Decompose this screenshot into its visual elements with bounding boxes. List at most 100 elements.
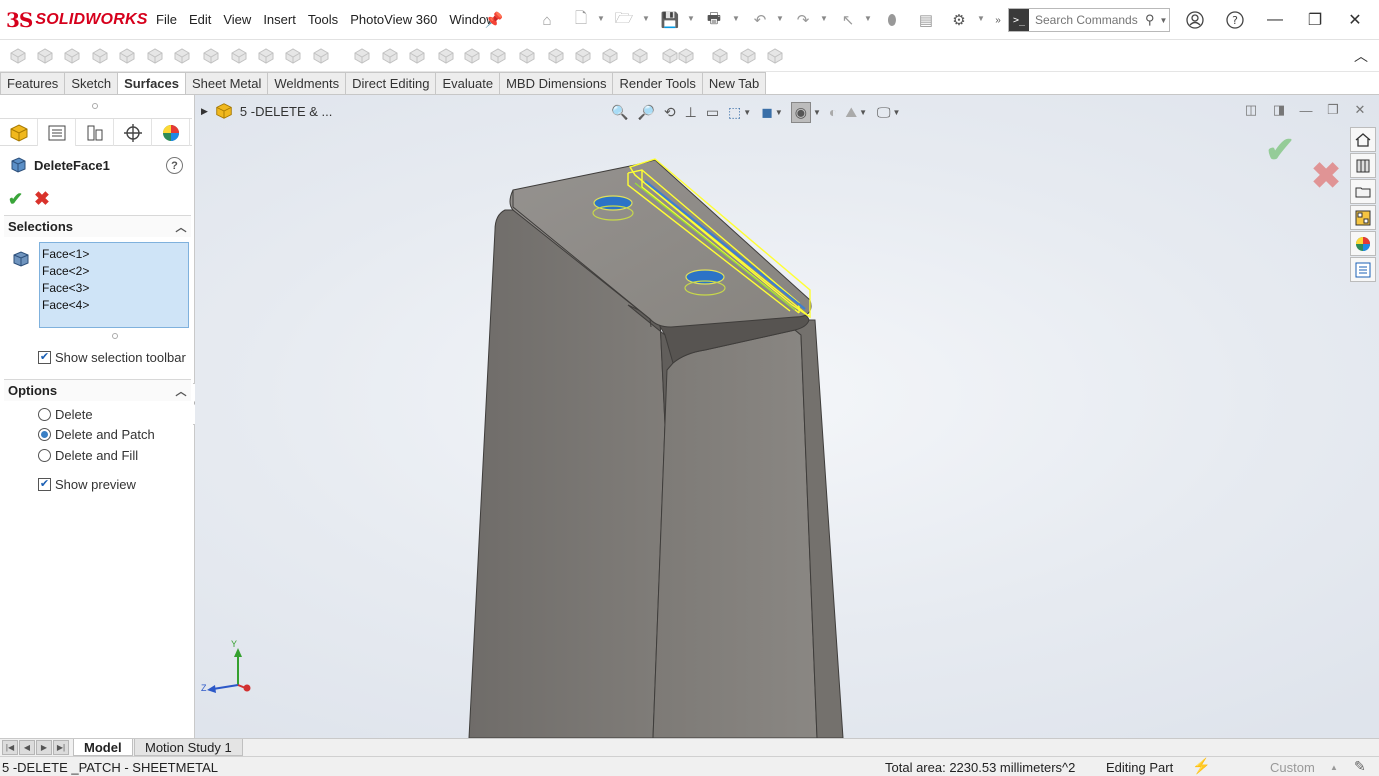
untrim-surface-icon[interactable] [436, 46, 456, 66]
list-item[interactable]: Face<4> [42, 297, 186, 314]
redo-icon[interactable]: ↷ [793, 10, 813, 30]
show-selection-toolbar-checkbox[interactable]: ✔ [38, 351, 51, 364]
search-dropdown-icon[interactable]: ▼ [1160, 16, 1168, 25]
solidworks-logo[interactable]: 3S SOLIDWORKS [6, 8, 148, 32]
chevron-up-icon[interactable]: ︿ [175, 221, 187, 234]
swept-surface-icon[interactable] [62, 46, 82, 66]
tab-surfaces[interactable]: Surfaces [118, 72, 186, 95]
tab-weldments[interactable]: Weldments [268, 72, 347, 95]
rebuild-indicator-icon[interactable]: ⚡ [1192, 757, 1211, 775]
menu-photoview[interactable]: PhotoView 360 [344, 12, 443, 27]
first-tab-icon[interactable]: |◀ [2, 740, 18, 755]
fillet-icon[interactable] [573, 46, 593, 66]
help-circle-icon[interactable]: ? [1222, 8, 1248, 32]
linear-pattern-icon[interactable] [710, 46, 730, 66]
unit-system[interactable]: Custom [1270, 760, 1315, 775]
restore-icon[interactable]: ❐ [1302, 8, 1328, 32]
configuration-manager-tab-icon[interactable] [76, 119, 114, 146]
delete-radio[interactable] [38, 408, 51, 421]
reference-geometry-icon[interactable] [765, 46, 785, 66]
menu-tools[interactable]: Tools [302, 12, 344, 27]
replace-face-icon[interactable] [352, 46, 372, 66]
more-icon[interactable]: » [988, 10, 1008, 30]
revolved-surface-icon[interactable] [35, 46, 55, 66]
list-resize-handle[interactable] [112, 333, 118, 339]
save-icon[interactable]: 💾 [660, 10, 680, 30]
menu-file[interactable]: File [150, 12, 183, 27]
planar-surface-icon[interactable] [201, 46, 221, 66]
redo-dropdown-icon[interactable]: ▼ [820, 14, 828, 23]
tab-model[interactable]: Model [73, 739, 133, 756]
pm-help-icon[interactable]: ? [166, 157, 183, 174]
thickened-cut-icon[interactable] [517, 46, 537, 66]
new-dropdown-icon[interactable]: ▼ [597, 14, 605, 23]
dimxpert-manager-tab-icon[interactable] [114, 119, 152, 146]
option-delete-and-patch[interactable]: Delete and Patch [38, 427, 155, 442]
extend-surface-icon[interactable] [380, 46, 400, 66]
tab-new-tab[interactable]: New Tab [702, 72, 767, 95]
last-tab-icon[interactable]: ▶| [53, 740, 69, 755]
panel-splitter-handle[interactable] [92, 103, 98, 109]
undo-icon[interactable]: ↶ [750, 10, 770, 30]
tab-features[interactable]: Features [0, 72, 66, 95]
pin-icon[interactable]: 📌 [484, 10, 504, 30]
select-arrow-icon[interactable]: ↖ [838, 10, 858, 30]
extruded-surface-icon[interactable] [8, 46, 28, 66]
delete-and-fill-radio[interactable] [38, 449, 51, 462]
hole-2[interactable] [685, 269, 725, 285]
delete-and-patch-radio[interactable] [38, 428, 51, 441]
menu-insert[interactable]: Insert [257, 12, 302, 27]
tab-sketch[interactable]: Sketch [65, 72, 119, 95]
tab-mbd-dimensions[interactable]: MBD Dimensions [500, 72, 614, 95]
rebuild-icon[interactable]: ⬮ [882, 10, 902, 30]
graphics-area[interactable]: ▶ 5 -DELETE & ... 🔍 🔎 ⟲ ⊥ ▭ ⬚ ▼ ◼ ▼ ◉ ▼ … [195, 95, 1379, 738]
options-gear-icon[interactable]: ⚙ [949, 10, 969, 30]
surface-flatten-icon[interactable] [283, 46, 303, 66]
units-dropdown-icon[interactable]: ▲ [1330, 763, 1338, 772]
design-library-icon[interactable] [1350, 153, 1376, 178]
offset-surface-icon[interactable] [229, 46, 249, 66]
menu-view[interactable]: View [217, 12, 257, 27]
menu-edit[interactable]: Edit [183, 12, 217, 27]
curves-icon[interactable] [738, 46, 758, 66]
user-account-icon[interactable] [1182, 8, 1208, 32]
close-icon[interactable]: ✕ [1342, 8, 1368, 32]
freeform-icon[interactable] [172, 46, 192, 66]
thicken-icon[interactable] [488, 46, 508, 66]
prev-tab-icon[interactable]: ◀ [19, 740, 35, 755]
boundary-surface-icon[interactable] [117, 46, 137, 66]
cut-with-surface-icon[interactable] [546, 46, 566, 66]
display-manager-tab-icon[interactable] [152, 119, 190, 146]
open-icon[interactable]: 🗁 [614, 10, 634, 30]
option-delete-and-fill[interactable]: Delete and Fill [38, 448, 138, 463]
list-item[interactable]: Face<2> [42, 263, 186, 280]
tab-sheet-metal[interactable]: Sheet Metal [185, 72, 269, 95]
delete-face-icon[interactable] [311, 46, 331, 66]
custom-properties-icon[interactable] [1350, 257, 1376, 282]
lofted-surface-icon[interactable] [90, 46, 110, 66]
right-flange[interactable] [652, 329, 818, 738]
tab-direct-editing[interactable]: Direct Editing [346, 72, 437, 95]
save-dropdown-icon[interactable]: ▼ [687, 14, 695, 23]
sheetmetal-model[interactable]: Y Z [195, 95, 1379, 738]
new-document-icon[interactable]: 🗋 [571, 10, 591, 30]
undo-dropdown-icon[interactable]: ▼ [776, 14, 784, 23]
search-input[interactable] [1035, 13, 1145, 27]
collapse-ribbon-icon[interactable]: ︿ [1354, 46, 1368, 66]
search-commands[interactable]: >_ ⚲ ▼ [1008, 8, 1170, 32]
options-group-header[interactable]: Options ︿ [4, 379, 191, 401]
faces-selection-list[interactable]: Face<1> Face<2> Face<3> Face<4> [39, 242, 189, 328]
option-delete[interactable]: Delete [38, 407, 93, 422]
ruled-surface-icon[interactable] [256, 46, 276, 66]
cancel-button[interactable]: ✖ [34, 188, 50, 211]
print-dropdown-icon[interactable]: ▼ [732, 14, 740, 23]
search-icon[interactable]: ⚲ [1145, 12, 1155, 28]
filled-surface-icon[interactable] [145, 46, 165, 66]
selections-group-header[interactable]: Selections ︿ [4, 215, 191, 237]
knit-surface-icon[interactable] [462, 46, 482, 66]
ok-button[interactable]: ✔ [8, 189, 23, 210]
file-properties-icon[interactable]: ▤ [916, 10, 936, 30]
move-copy-body-icon[interactable] [630, 46, 650, 66]
feature-manager-tab-icon[interactable] [0, 119, 38, 146]
show-preview-row[interactable]: ✔ Show preview [38, 477, 136, 492]
